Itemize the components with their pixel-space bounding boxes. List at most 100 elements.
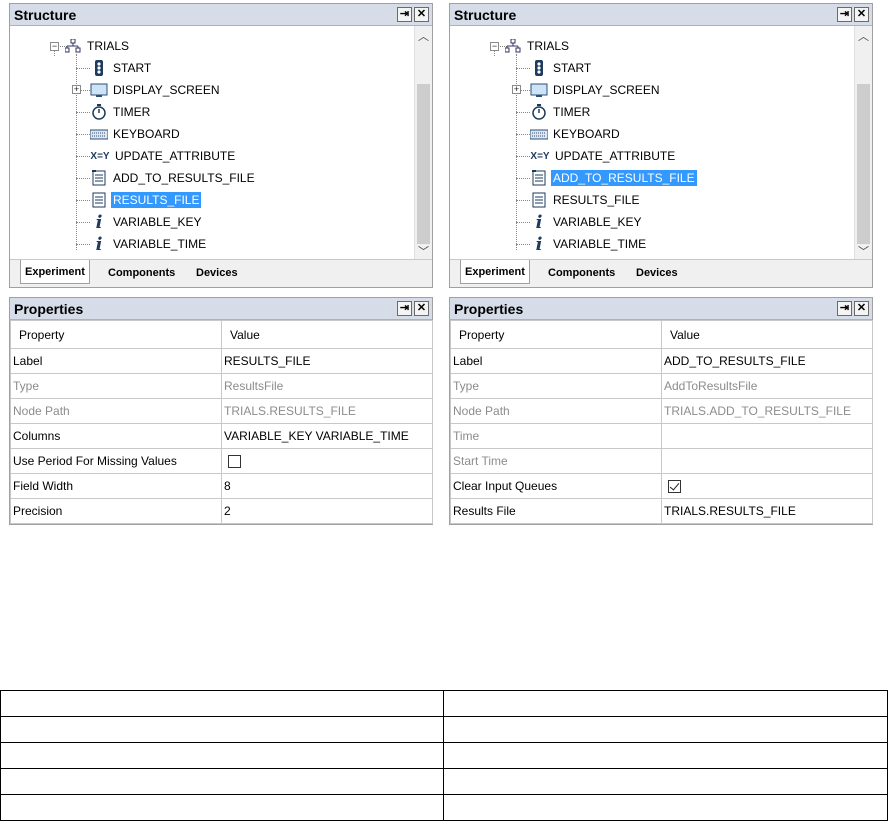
table-cell	[0, 794, 444, 821]
scroll-thumb[interactable]	[417, 84, 430, 244]
tree-node-start[interactable]: START	[90, 58, 153, 78]
tab-devices[interactable]: Devices	[632, 262, 682, 283]
file-icon	[90, 191, 108, 209]
prop-name: Node Path	[450, 398, 662, 424]
prop-value: AddToResultsFile	[661, 373, 873, 399]
table-cell	[442, 768, 888, 795]
expand-icon[interactable]: +	[72, 85, 81, 94]
table-row: Type ResultsFile	[10, 373, 433, 399]
column-header-value[interactable]: Value	[661, 320, 873, 349]
tree-node-display-screen[interactable]: DISPLAY_SCREEN	[530, 80, 661, 100]
table-row: Type AddToResultsFile	[450, 373, 873, 399]
tree-node-keyboard[interactable]: KEYBOARD	[530, 124, 622, 144]
tree-node-variable-key[interactable]: i VARIABLE_KEY	[90, 212, 204, 233]
prop-value[interactable]: RESULTS_FILE	[221, 348, 433, 374]
tree-node-add-to-results-file[interactable]: ADD_TO_RESULTS_FILE	[90, 168, 257, 188]
traffic-light-icon	[90, 59, 108, 77]
tree-node-timer[interactable]: TIMER	[90, 102, 152, 122]
tree-node-add-to-results-file[interactable]: ADD_TO_RESULTS_FILE	[530, 168, 697, 188]
collapse-icon[interactable]: −	[50, 42, 59, 51]
scroll-down-icon[interactable]: ﹀	[415, 243, 432, 259]
tree-node-start[interactable]: START	[530, 58, 593, 78]
prop-value[interactable]: VARIABLE_KEY VARIABLE_TIME	[221, 423, 433, 449]
tree-node-timer[interactable]: TIMER	[530, 102, 592, 122]
tree-node-display-screen[interactable]: DISPLAY_SCREEN	[90, 80, 221, 100]
add-file-icon	[530, 169, 548, 187]
tree-node-results-file[interactable]: RESULTS_FILE	[530, 190, 641, 210]
structure-panel-left: Structure ⇥ ✕ − + TRIALS START DISPLAY_S…	[9, 3, 433, 288]
prop-value[interactable]: ADD_TO_RESULTS_FILE	[661, 348, 873, 374]
structure-tree[interactable]: − + TRIALS START DISPLAY_SCREEN TIMER KE…	[10, 26, 432, 261]
stopwatch-icon	[90, 103, 108, 121]
pin-button[interactable]: ⇥	[397, 7, 412, 22]
tree-node-trials[interactable]: TRIALS	[504, 36, 571, 56]
sequence-icon	[504, 37, 522, 55]
close-button[interactable]: ✕	[414, 7, 429, 22]
column-header-value[interactable]: Value	[221, 320, 433, 349]
pin-button[interactable]: ⇥	[397, 301, 412, 316]
tree-node-results-file[interactable]: RESULTS_FILE	[90, 190, 202, 210]
prop-value: ResultsFile	[221, 373, 433, 399]
scroll-up-icon[interactable]: ︿	[415, 28, 432, 44]
close-button[interactable]: ✕	[414, 301, 429, 316]
table-row: Label ADD_TO_RESULTS_FILE	[450, 348, 873, 374]
table-row: Time	[450, 423, 873, 449]
table-row: Columns VARIABLE_KEY VARIABLE_TIME	[10, 423, 433, 449]
scroll-thumb[interactable]	[857, 84, 870, 244]
pin-icon: ⇥	[839, 302, 850, 314]
close-icon: ✕	[856, 302, 867, 314]
prop-name: Start Time	[450, 448, 662, 474]
tab-devices[interactable]: Devices	[192, 262, 242, 283]
prop-value[interactable]: 8	[221, 473, 433, 499]
assign-icon: X=Y	[530, 150, 550, 162]
expand-icon[interactable]: +	[512, 85, 521, 94]
table-cell	[0, 690, 444, 717]
prop-name: Time	[450, 423, 662, 449]
close-button[interactable]: ✕	[854, 301, 869, 316]
prop-name: Results File	[450, 498, 662, 524]
properties-titlebar: Properties ⇥ ✕	[450, 298, 872, 320]
prop-value[interactable]	[661, 423, 873, 449]
prop-value: TRIALS.RESULTS_FILE	[221, 398, 433, 424]
column-header-property[interactable]: Property	[10, 320, 222, 349]
tree-node-keyboard[interactable]: KEYBOARD	[90, 124, 182, 144]
pin-button[interactable]: ⇥	[837, 7, 852, 22]
pin-icon: ⇥	[399, 302, 410, 314]
scroll-down-icon[interactable]: ﹀	[855, 243, 872, 259]
pin-button[interactable]: ⇥	[837, 301, 852, 316]
checkbox[interactable]	[668, 480, 681, 494]
tab-components[interactable]: Components	[544, 262, 619, 283]
collapse-icon[interactable]: −	[490, 42, 499, 51]
empty-table	[0, 690, 888, 821]
tree-node-variable-time[interactable]: i VARIABLE_TIME	[90, 234, 208, 255]
close-button[interactable]: ✕	[854, 7, 869, 22]
tab-experiment[interactable]: Experiment	[460, 260, 530, 284]
pin-icon: ⇥	[839, 8, 850, 20]
prop-value	[661, 473, 873, 499]
add-file-icon	[90, 169, 108, 187]
keyboard-icon	[90, 125, 108, 143]
tab-components[interactable]: Components	[104, 262, 179, 283]
checkbox[interactable]	[228, 455, 241, 469]
properties-table: Property Value Label RESULTS_FILE Type R…	[10, 320, 433, 524]
prop-value: TRIALS.ADD_TO_RESULTS_FILE	[661, 398, 873, 424]
tab-experiment[interactable]: Experiment	[20, 260, 90, 284]
tree-node-update-attribute[interactable]: X=Y UPDATE_ATTRIBUTE	[90, 146, 237, 166]
prop-name: Precision	[10, 498, 222, 524]
tree-scrollbar[interactable]: ︿ ﹀	[414, 26, 432, 261]
column-header-property[interactable]: Property	[450, 320, 662, 349]
keyboard-icon	[530, 125, 548, 143]
tree-scrollbar[interactable]: ︿ ﹀	[854, 26, 872, 261]
tree-node-variable-time[interactable]: i VARIABLE_TIME	[530, 234, 648, 255]
table-cell	[0, 768, 444, 795]
prop-value[interactable]: TRIALS.RESULTS_FILE	[661, 498, 873, 524]
table-cell	[442, 690, 888, 717]
scroll-up-icon[interactable]: ︿	[855, 28, 872, 44]
tree-node-trials[interactable]: TRIALS	[64, 36, 131, 56]
table-row	[0, 716, 888, 743]
prop-value[interactable]: 2	[221, 498, 433, 524]
structure-tree[interactable]: − + TRIALS START DISPLAY_SCREEN TIMER KE…	[450, 26, 872, 261]
tree-node-update-attribute[interactable]: X=Y UPDATE_ATTRIBUTE	[530, 146, 677, 166]
prop-value[interactable]	[661, 448, 873, 474]
tree-node-variable-key[interactable]: i VARIABLE_KEY	[530, 212, 644, 233]
